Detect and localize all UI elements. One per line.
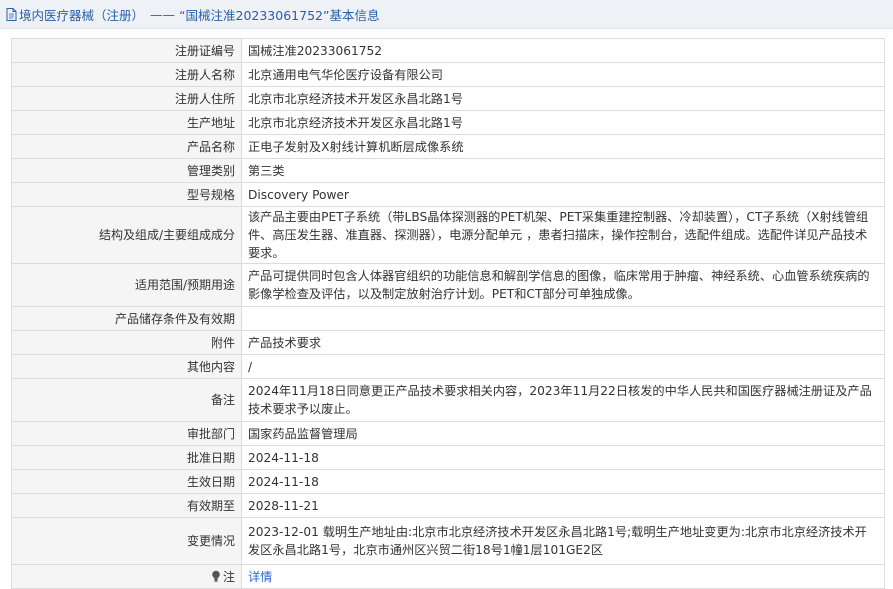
note-value-cell: 详情 bbox=[241, 564, 885, 589]
field-label: 产品名称 bbox=[11, 134, 242, 159]
table-row: 适用范围/预期用途 产品可提供同时包含人体器官组织的功能信息和解剖学信息的图像，… bbox=[11, 263, 885, 307]
field-label: 生效日期 bbox=[11, 469, 242, 494]
field-value: 国械注准20233061752 bbox=[241, 38, 885, 63]
field-label: 附件 bbox=[11, 330, 242, 355]
table-row: 附件 产品技术要求 bbox=[11, 330, 885, 355]
table-row: 其他内容 / bbox=[11, 354, 885, 379]
field-value: 北京市北京经济技术开发区永昌北路1号 bbox=[241, 110, 885, 135]
field-label: 变更情况 bbox=[11, 517, 242, 565]
field-label: 型号规格 bbox=[11, 182, 242, 207]
field-label: 结构及组成/主要组成成分 bbox=[11, 206, 242, 264]
field-value: 2023-12-01 载明生产地址由:北京市北京经济技术开发区永昌北路1号;载明… bbox=[241, 517, 885, 565]
field-label: 其他内容 bbox=[11, 354, 242, 379]
field-value: 产品技术要求 bbox=[241, 330, 885, 355]
lightbulb-icon bbox=[212, 570, 220, 582]
table-row: 批准日期 2024-11-18 bbox=[11, 445, 885, 470]
breadcrumb-separator: —— bbox=[150, 6, 176, 22]
field-value: 该产品主要由PET子系统（带LBS晶体探测器的PET机架、PET采集重建控制器、… bbox=[241, 206, 885, 264]
field-label: 审批部门 bbox=[11, 421, 242, 446]
field-value: 2024-11-18 bbox=[241, 445, 885, 470]
breadcrumb: 境内医疗器械（注册） —— “国械注准20233061752”基本信息 bbox=[0, 0, 893, 29]
field-label: 注册人住所 bbox=[11, 86, 242, 111]
table-row: 注册证编号 国械注准20233061752 bbox=[11, 38, 885, 63]
document-icon bbox=[6, 7, 17, 21]
detail-table-container: 注册证编号 国械注准20233061752 注册人名称 北京通用电气华伦医疗设备… bbox=[11, 38, 885, 589]
table-row: 生产地址 北京市北京经济技术开发区永昌北路1号 bbox=[11, 110, 885, 135]
page-title: “国械注准20233061752”基本信息 bbox=[179, 7, 380, 23]
table-row: 变更情况 2023-12-01 载明生产地址由:北京市北京经济技术开发区永昌北路… bbox=[11, 517, 885, 565]
field-label: 生产地址 bbox=[11, 110, 242, 135]
table-row: 有效期至 2028-11-21 bbox=[11, 493, 885, 518]
field-label: 注册人名称 bbox=[11, 62, 242, 87]
table-row: 审批部门 国家药品监督管理局 bbox=[11, 421, 885, 446]
field-label: 适用范围/预期用途 bbox=[11, 263, 242, 307]
field-value: 产品可提供同时包含人体器官组织的功能信息和解剖学信息的图像，临床常用于肿瘤、神经… bbox=[241, 263, 885, 307]
table-row-note: 注 详情 bbox=[11, 564, 885, 589]
field-value: 2028-11-21 bbox=[241, 493, 885, 518]
field-value: 2024年11月18日同意更正产品技术要求相关内容，2023年11月22日核发的… bbox=[241, 378, 885, 422]
field-label: 备注 bbox=[11, 378, 242, 422]
field-value: 正电子发射及X射线计算机断层成像系统 bbox=[241, 134, 885, 159]
field-value: 2024-11-18 bbox=[241, 469, 885, 494]
field-value: / bbox=[241, 354, 885, 379]
field-label: 注册证编号 bbox=[11, 38, 242, 63]
details-link[interactable]: 详情 bbox=[248, 570, 272, 584]
field-value bbox=[241, 306, 885, 331]
field-value: Discovery Power bbox=[241, 182, 885, 207]
field-label: 有效期至 bbox=[11, 493, 242, 518]
table-row: 备注 2024年11月18日同意更正产品技术要求相关内容，2023年11月22日… bbox=[11, 378, 885, 422]
breadcrumb-category[interactable]: 境内医疗器械（注册） bbox=[19, 5, 144, 24]
table-row: 注册人住所 北京市北京经济技术开发区永昌北路1号 bbox=[11, 86, 885, 111]
field-label: 批准日期 bbox=[11, 445, 242, 470]
field-value: 第三类 bbox=[241, 158, 885, 183]
field-value: 北京市北京经济技术开发区永昌北路1号 bbox=[241, 86, 885, 111]
note-label-cell: 注 bbox=[11, 564, 242, 589]
field-label: 管理类别 bbox=[11, 158, 242, 183]
detail-table: 注册证编号 国械注准20233061752 注册人名称 北京通用电气华伦医疗设备… bbox=[11, 38, 885, 589]
field-value: 国家药品监督管理局 bbox=[241, 421, 885, 446]
table-row: 型号规格 Discovery Power bbox=[11, 182, 885, 207]
table-row: 管理类别 第三类 bbox=[11, 158, 885, 183]
table-row: 生效日期 2024-11-18 bbox=[11, 469, 885, 494]
table-row: 结构及组成/主要组成成分 该产品主要由PET子系统（带LBS晶体探测器的PET机… bbox=[11, 206, 885, 264]
table-row: 产品储存条件及有效期 bbox=[11, 306, 885, 331]
table-row: 注册人名称 北京通用电气华伦医疗设备有限公司 bbox=[11, 62, 885, 87]
table-row: 产品名称 正电子发射及X射线计算机断层成像系统 bbox=[11, 134, 885, 159]
field-label: 产品储存条件及有效期 bbox=[11, 306, 242, 331]
field-value: 北京通用电气华伦医疗设备有限公司 bbox=[241, 62, 885, 87]
note-label: 注 bbox=[222, 569, 235, 584]
